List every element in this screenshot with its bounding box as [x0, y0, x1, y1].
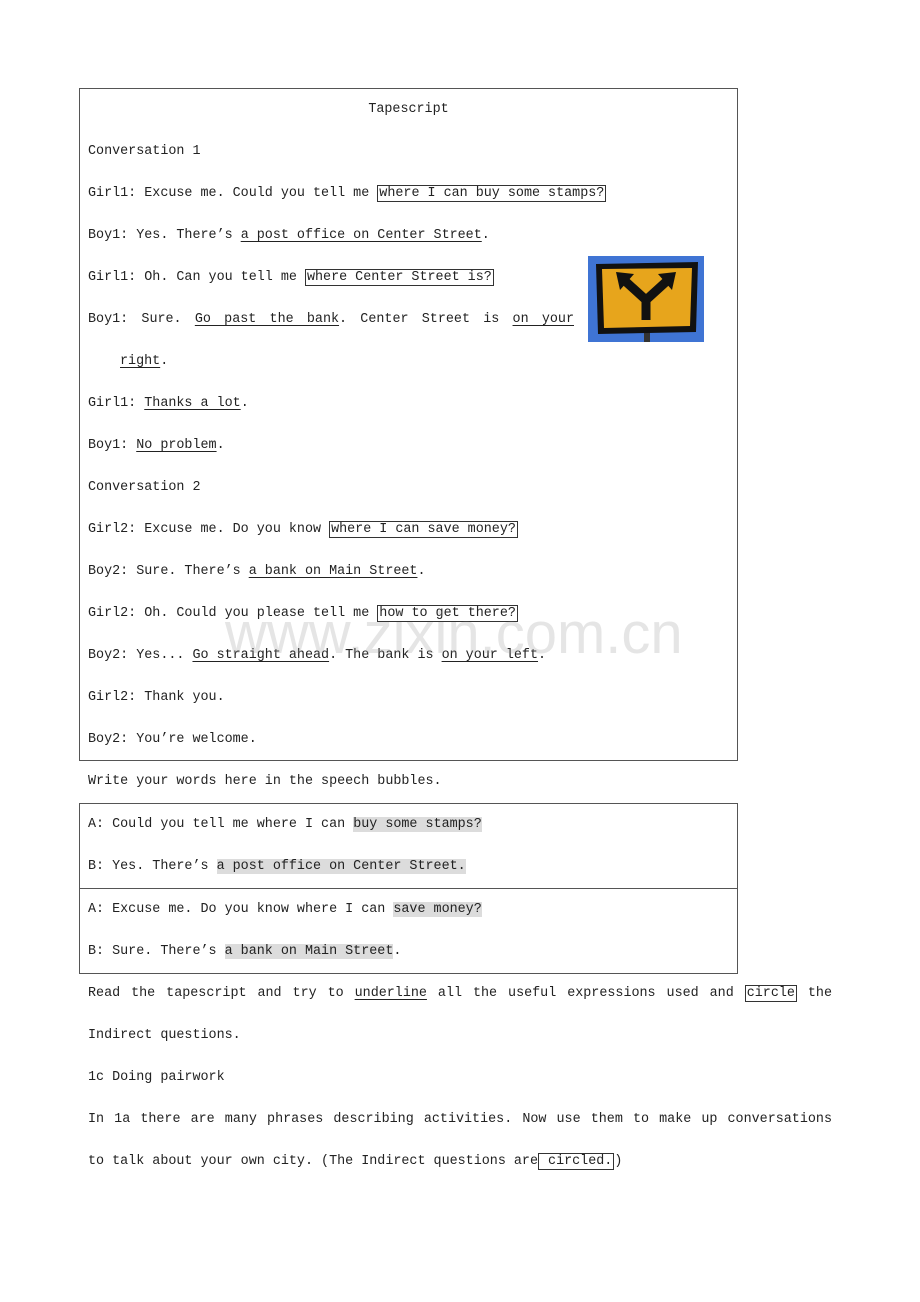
circled-phrase: where I can save money? — [329, 521, 518, 538]
text-segment: A: Could you tell me where I can — [88, 817, 354, 832]
text-line: Girl1: Thanks a lot. — [88, 383, 737, 425]
speech-bubble-2: A: Excuse me. Do you know where I can sa… — [80, 888, 737, 973]
underlined-phrase: on your left — [441, 648, 539, 663]
text-segment: to talk about your own city. (The Indire… — [88, 1154, 538, 1169]
text-line: Indirect questions. — [88, 1015, 832, 1057]
text-line: Boy1: No problem. — [88, 425, 737, 467]
text-segment: . — [538, 648, 547, 663]
text-segment: Read the tapescript and try to — [88, 986, 355, 1001]
text-segment: Boy1: Sure. — [88, 312, 195, 327]
text-segment: . — [393, 944, 402, 959]
text-segment: Conversation 2 — [88, 480, 201, 495]
text-line: Boy1: Sure. Go past the bank. Center Str… — [88, 299, 574, 341]
text-line: Boy1: Yes. There’s a post office on Cent… — [88, 215, 737, 257]
fork-road-sign-image — [588, 256, 704, 342]
text-line: to talk about your own city. (The Indire… — [88, 1141, 832, 1183]
text-line: Girl1: Excuse me. Could you tell me wher… — [88, 173, 737, 215]
text-segment: 1c Doing pairwork — [88, 1070, 225, 1085]
underlined-phrase: right — [120, 354, 161, 369]
text-line: Boy2: You’re welcome. — [88, 719, 737, 761]
circled-phrase: circle — [744, 985, 797, 1002]
underlined-phrase: underline — [354, 986, 427, 1001]
text-segment: Girl1: — [88, 396, 145, 411]
text-segment: Boy2: Yes... — [88, 648, 193, 663]
text-line: Read the tapescript and try to underline… — [88, 973, 832, 1015]
text-segment: B: Yes. There’s — [88, 859, 217, 874]
tapescript-title: Tapescript — [368, 102, 449, 117]
text-line: Boy2: Yes... Go straight ahead. The bank… — [88, 635, 737, 677]
text-segment: In 1a there are many phrases describing … — [88, 1112, 832, 1127]
tapescript-box: Tapescript Conversation 1 Girl1: Excuse m… — [79, 88, 738, 761]
text-segment: . — [160, 354, 169, 369]
text-line: Conversation 1 — [88, 131, 737, 173]
text-line: In 1a there are many phrases describing … — [88, 1099, 832, 1141]
text-line: A: Could you tell me where I can buy som… — [88, 804, 737, 846]
text-line: B: Yes. There’s a post office on Center … — [88, 846, 737, 888]
text-segment: . The bank is — [329, 648, 442, 663]
text-segment: Boy1: Yes. There’s — [88, 228, 241, 243]
text-line: B: Sure. There’s a bank on Main Street. — [88, 931, 737, 973]
highlighted-phrase: a bank on Main Street — [224, 944, 394, 959]
text-segment: ) — [614, 1154, 623, 1169]
underlined-phrase: Go past the bank — [194, 312, 340, 327]
text-line: 1c Doing pairwork — [88, 1057, 832, 1099]
underlined-phrase: a bank on Main Street — [248, 564, 418, 579]
text-segment: . — [481, 228, 490, 243]
text-segment: Boy2: You’re welcome. — [88, 732, 257, 747]
text-line: Girl2: Oh. Could you please tell me how … — [88, 593, 737, 635]
text-segment: Girl1: Excuse me. Could you tell me — [88, 186, 378, 201]
underlined-phrase: No problem — [136, 438, 217, 453]
text-segment: A: Excuse me. Do you know where I can — [88, 902, 394, 917]
text-segment: the — [796, 986, 832, 1001]
text-line: right. — [88, 341, 737, 383]
text-segment: B: Sure. There’s — [88, 944, 225, 959]
instructions: Read the tapescript and try to underline… — [88, 973, 832, 1183]
text-segment: . — [216, 438, 225, 453]
text-segment: Conversation 1 — [88, 144, 201, 159]
underlined-phrase: Go straight ahead — [192, 648, 330, 663]
document-page: Tapescript Conversation 1 Girl1: Excuse m… — [0, 0, 920, 1302]
text-segment: . — [240, 396, 249, 411]
tapescript-lines: Conversation 1 Girl1: Excuse me. Could yo… — [80, 131, 737, 761]
underlined-phrase: on your — [512, 312, 574, 327]
text-segment: all the useful expressions used and — [426, 986, 745, 1001]
circled-phrase: where Center Street is? — [304, 269, 494, 286]
underlined-phrase: Thanks a lot — [144, 396, 241, 411]
text-segment: Girl1: Oh. Can you tell me — [88, 270, 305, 285]
circled-phrase: how to get there? — [377, 605, 518, 622]
text-line: A: Excuse me. Do you know where I can sa… — [88, 889, 737, 931]
text-line: Conversation 2 — [88, 467, 737, 509]
text-segment: Indirect questions. — [88, 1028, 241, 1043]
text-line: Girl2: Excuse me. Do you know where I ca… — [88, 509, 737, 551]
text-segment: Girl2: Thank you. — [88, 690, 225, 705]
text-line: Girl2: Thank you. — [88, 677, 737, 719]
highlighted-phrase: save money? — [393, 902, 482, 917]
text-segment: . Center Street is — [339, 312, 513, 327]
text-segment: Boy1: — [88, 438, 137, 453]
highlighted-phrase: a post office on Center Street. — [216, 859, 466, 874]
text-segment: . — [417, 564, 426, 579]
text-segment: Girl2: Excuse me. Do you know — [88, 522, 330, 537]
instruction-text: Write your words here in the speech bubb… — [88, 774, 442, 789]
speech-bubble-1: A: Could you tell me where I can buy som… — [80, 804, 737, 888]
text-line: Boy2: Sure. There’s a bank on Main Stree… — [88, 551, 737, 593]
circled-phrase: where I can buy some stamps? — [377, 185, 607, 202]
highlighted-phrase: buy some stamps? — [353, 817, 482, 832]
speech-bubbles-table: A: Could you tell me where I can buy som… — [79, 803, 738, 974]
circled-phrase: circled. — [538, 1153, 615, 1170]
text-segment: Girl2: Oh. Could you please tell me — [88, 606, 378, 621]
text-segment: Boy2: Sure. There’s — [88, 564, 249, 579]
underlined-phrase: a post office on Center Street — [240, 228, 482, 243]
